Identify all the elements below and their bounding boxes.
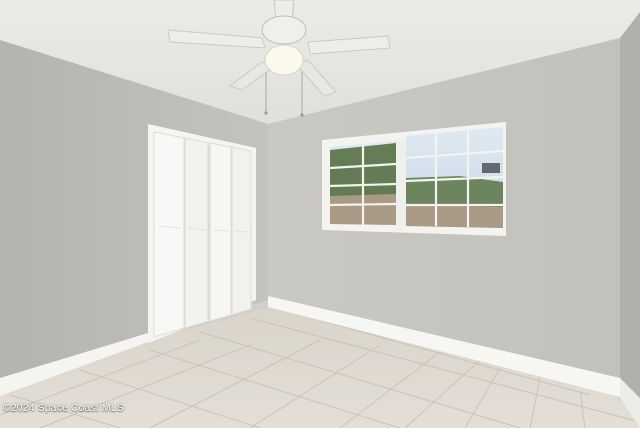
closet bbox=[148, 124, 256, 343]
fan-light bbox=[264, 44, 304, 76]
closet-door-right-inner[interactable] bbox=[209, 142, 232, 322]
closet-door-left-inner[interactable] bbox=[184, 137, 210, 329]
room-photo: ©2024 Space Coast MLS bbox=[0, 0, 640, 428]
window bbox=[322, 122, 506, 236]
right-wall bbox=[620, 12, 640, 400]
watermark-caption: ©2024 Space Coast MLS bbox=[3, 402, 124, 414]
closet-door-left-outer[interactable] bbox=[153, 131, 185, 338]
fan-motor bbox=[261, 15, 307, 45]
room-illustration bbox=[0, 0, 640, 428]
